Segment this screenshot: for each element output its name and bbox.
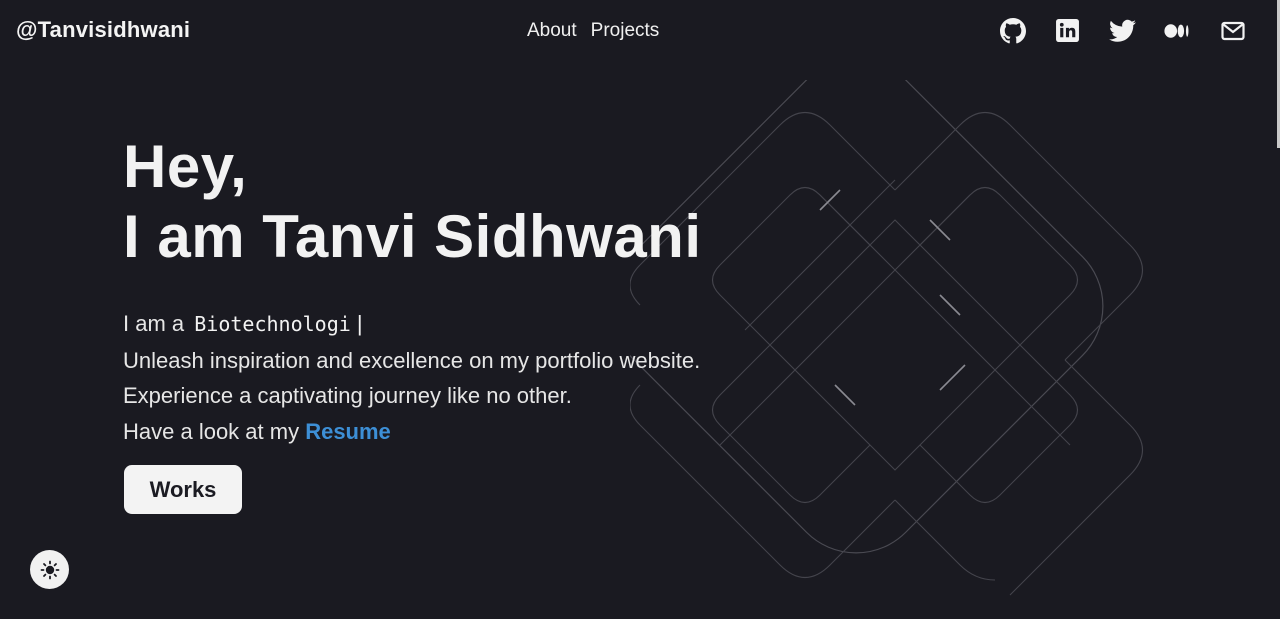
main-nav: About Projects bbox=[527, 20, 659, 42]
theme-toggle-button[interactable] bbox=[30, 550, 69, 589]
typing-cursor: | bbox=[356, 311, 363, 336]
social-links bbox=[999, 17, 1246, 44]
mail-icon[interactable] bbox=[1219, 17, 1246, 44]
nav-projects[interactable]: Projects bbox=[591, 20, 660, 42]
medium-icon[interactable] bbox=[1164, 17, 1191, 44]
intro-line: I am a Biotechnologi | bbox=[123, 306, 700, 343]
greeting: Hey, bbox=[123, 133, 248, 200]
linkedin-icon[interactable] bbox=[1054, 17, 1081, 44]
github-icon[interactable] bbox=[999, 17, 1026, 44]
nav-about[interactable]: About bbox=[527, 20, 577, 42]
tagline-line-1: Unleash inspiration and excellence on my… bbox=[123, 347, 701, 373]
resume-link[interactable]: Resume bbox=[305, 419, 391, 444]
works-button[interactable]: Works bbox=[124, 465, 242, 514]
decorative-pattern bbox=[630, 80, 1144, 596]
resume-line: Have a look at my Resume bbox=[123, 414, 700, 450]
resume-prefix: Have a look at my bbox=[123, 418, 300, 444]
page: @Tanvisidhwani About Projects Hey, I am … bbox=[0, 0, 1280, 619]
hero-heading: Hey, I am Tanvi Sidhwani bbox=[123, 132, 702, 272]
typed-text: Biotechnologi bbox=[194, 312, 351, 336]
sun-icon bbox=[40, 560, 59, 579]
tagline-line-2: Experience a captivating journey like no… bbox=[123, 383, 572, 408]
name-heading: I am Tanvi Sidhwani bbox=[123, 203, 702, 270]
brand-logo[interactable]: @Tanvisidhwani bbox=[16, 17, 190, 43]
intro-prefix: I am a bbox=[123, 311, 185, 336]
hero-text: I am a Biotechnologi | Unleash inspiratio… bbox=[123, 306, 700, 449]
twitter-icon[interactable] bbox=[1109, 17, 1136, 44]
